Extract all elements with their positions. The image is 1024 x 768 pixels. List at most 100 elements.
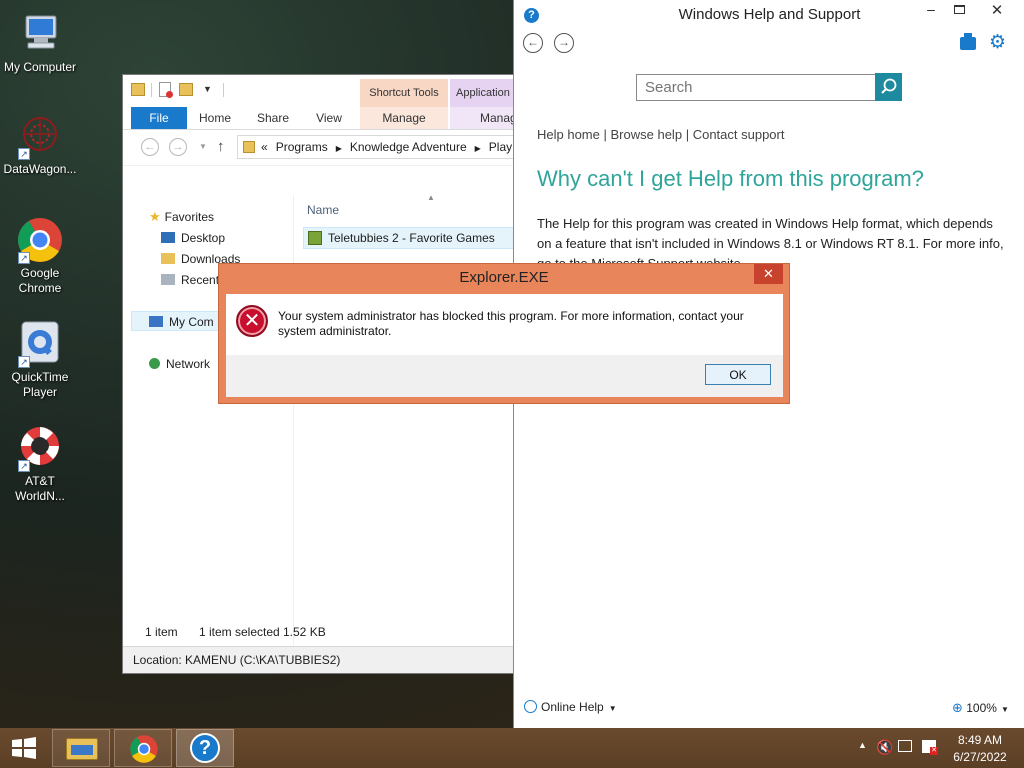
link-separator: | <box>603 127 607 142</box>
customize-dropdown-icon[interactable]: ▼ <box>203 84 212 94</box>
network-icon[interactable] <box>898 740 912 752</box>
forward-button[interactable]: → <box>554 33 574 53</box>
clock-date[interactable]: 6/27/2022 <box>948 750 1012 764</box>
search-button[interactable] <box>875 73 902 101</box>
tab-share[interactable]: Share <box>247 107 299 129</box>
link-browse-help[interactable]: Browse help <box>611 127 683 142</box>
online-help-label: Online Help <box>541 700 604 714</box>
desktop-icon-datawagon[interactable]: ↗ DataWagon... <box>0 112 80 177</box>
breadcrumb-knowledge-adventure[interactable]: Knowledge Adventure <box>350 140 467 154</box>
properties-icon[interactable] <box>159 82 173 98</box>
chrome-icon <box>130 735 158 763</box>
link-contact-support[interactable]: Contact support <box>693 127 785 142</box>
tab-application-header: Application <box>450 79 515 107</box>
taskbar-chrome[interactable] <box>114 729 172 767</box>
nav-label: Favorites <box>164 210 215 224</box>
nav-label: Desktop <box>181 231 226 245</box>
ribbon-divider <box>123 129 515 130</box>
address-bar[interactable]: « Programs ▶ Knowledge Adventure ▶ Play <box>237 135 515 159</box>
search-input[interactable] <box>636 74 876 101</box>
column-header-name[interactable]: Name <box>307 203 339 217</box>
nav-favorites[interactable]: ★ Favorites <box>149 209 214 225</box>
location-bar: Location: KAMENU (C:\KA\TUBBIES2) <box>123 646 513 673</box>
dialog-body: ✕ Your system administrator has blocked … <box>226 294 783 355</box>
tab-view[interactable]: View <box>305 107 353 129</box>
network-icon <box>149 358 160 369</box>
nav-network[interactable]: Network <box>149 357 210 371</box>
tab-shortcut-tools-header: Shortcut Tools <box>360 79 448 107</box>
file-name: Teletubbies 2 - Favorite Games <box>328 231 495 245</box>
back-button[interactable]: ← <box>523 33 543 53</box>
recent-locations-icon[interactable]: ▼ <box>199 142 207 151</box>
tab-home[interactable]: Home <box>191 107 239 129</box>
desktop-icon-my-computer[interactable]: My Computer <box>0 10 80 75</box>
volume-muted-icon[interactable]: 🔇 <box>876 739 893 756</box>
desktop-icon-att-worldnet[interactable]: ↗ AT&T WorldN... <box>0 424 80 504</box>
minimize-button[interactable]: – <box>918 2 944 22</box>
nav-recent[interactable]: Recent <box>161 273 219 287</box>
dialog-footer: OK <box>226 355 783 397</box>
chevron-down-icon: ▼ <box>1000 705 1009 714</box>
link-separator: | <box>685 127 690 142</box>
shortcut-arrow-icon: ↗ <box>18 148 30 160</box>
help-links: Help home | Browse help | Contact suppor… <box>537 127 784 142</box>
zoom-control[interactable]: ⊕ 100% ▼ <box>952 700 1009 716</box>
clock-time[interactable]: 8:49 AM <box>950 733 1010 747</box>
desktop-icon-label: AT&T WorldN... <box>15 474 65 503</box>
action-center-icon[interactable]: ✕ <box>922 740 938 755</box>
status-size: 1.52 KB <box>283 625 326 639</box>
sort-indicator-icon: ▲ <box>427 193 435 202</box>
recent-places-icon <box>161 274 175 285</box>
chrome-icon: ↗ <box>16 216 64 264</box>
shortcut-file-icon <box>308 231 322 245</box>
back-button[interactable]: ← <box>141 138 159 156</box>
link-help-home[interactable]: Help home <box>537 127 600 142</box>
desktop-icon-google-chrome[interactable]: ↗ Google Chrome <box>0 216 80 296</box>
list-item[interactable]: Teletubbies 2 - Favorite Games <box>303 227 515 249</box>
status-item-count: 1 item <box>145 625 178 639</box>
ok-button[interactable]: OK <box>705 364 771 385</box>
desktop-icon-label: QuickTime Player <box>11 370 69 399</box>
quicktime-icon: ↗ <box>16 320 64 368</box>
tab-manage-shortcut[interactable]: Manage <box>360 107 448 129</box>
new-folder-icon[interactable] <box>179 83 193 96</box>
window-title: Windows Help and Support <box>678 6 861 23</box>
forward-button[interactable]: → <box>169 138 187 156</box>
chevron-right-icon[interactable]: ▶ <box>336 144 342 153</box>
desktop-icon-label: DataWagon... <box>3 162 77 176</box>
print-icon[interactable] <box>960 33 976 50</box>
tray-show-hidden-icon[interactable]: ▲ <box>858 740 867 750</box>
desktop-icon-quicktime[interactable]: ↗ QuickTime Player <box>0 320 80 400</box>
close-button[interactable]: ✕ <box>980 2 1014 22</box>
chevron-down-icon: ▼ <box>608 704 617 713</box>
start-button[interactable] <box>10 737 38 759</box>
search-icon <box>881 78 897 94</box>
chevron-right-icon[interactable]: ▶ <box>475 144 481 153</box>
online-help-dropdown[interactable]: Online Help ▼ <box>524 700 617 714</box>
settings-gear-icon[interactable]: ⚙ <box>989 33 1006 53</box>
breadcrumb-play[interactable]: Play <box>489 140 512 154</box>
nav-label: Network <box>166 357 211 371</box>
breadcrumb-overflow[interactable]: « <box>261 140 268 154</box>
computer-icon <box>16 10 64 58</box>
help-icon: ? <box>190 733 220 763</box>
taskbar-help-and-support[interactable]: ? <box>176 729 234 767</box>
nav-desktop[interactable]: Desktop <box>161 231 225 245</box>
status-selected: 1 item selected <box>199 625 280 639</box>
nav-my-computer[interactable]: My Com <box>149 315 214 329</box>
file-explorer-icon <box>66 738 98 760</box>
folder-icon <box>131 83 145 96</box>
desktop-icon <box>161 232 175 243</box>
error-icon: ✕ <box>236 305 268 337</box>
article-heading: Why can't I get Help from this program? <box>537 166 924 191</box>
separator <box>151 83 152 97</box>
breadcrumb-programs[interactable]: Programs <box>276 140 328 154</box>
maximize-button[interactable] <box>954 5 965 14</box>
taskbar-file-explorer[interactable] <box>52 729 110 767</box>
zoom-level: 100% <box>966 701 997 715</box>
tab-file[interactable]: File <box>131 107 187 129</box>
up-arrow-icon[interactable]: ↑ <box>217 138 225 155</box>
dialog-close-button[interactable]: ✕ <box>754 264 783 284</box>
taskbar: ? ▲ 🔇 ✕ 8:49 AM 6/27/2022 <box>0 728 1024 768</box>
tab-manage-application[interactable]: Manag <box>450 107 515 129</box>
